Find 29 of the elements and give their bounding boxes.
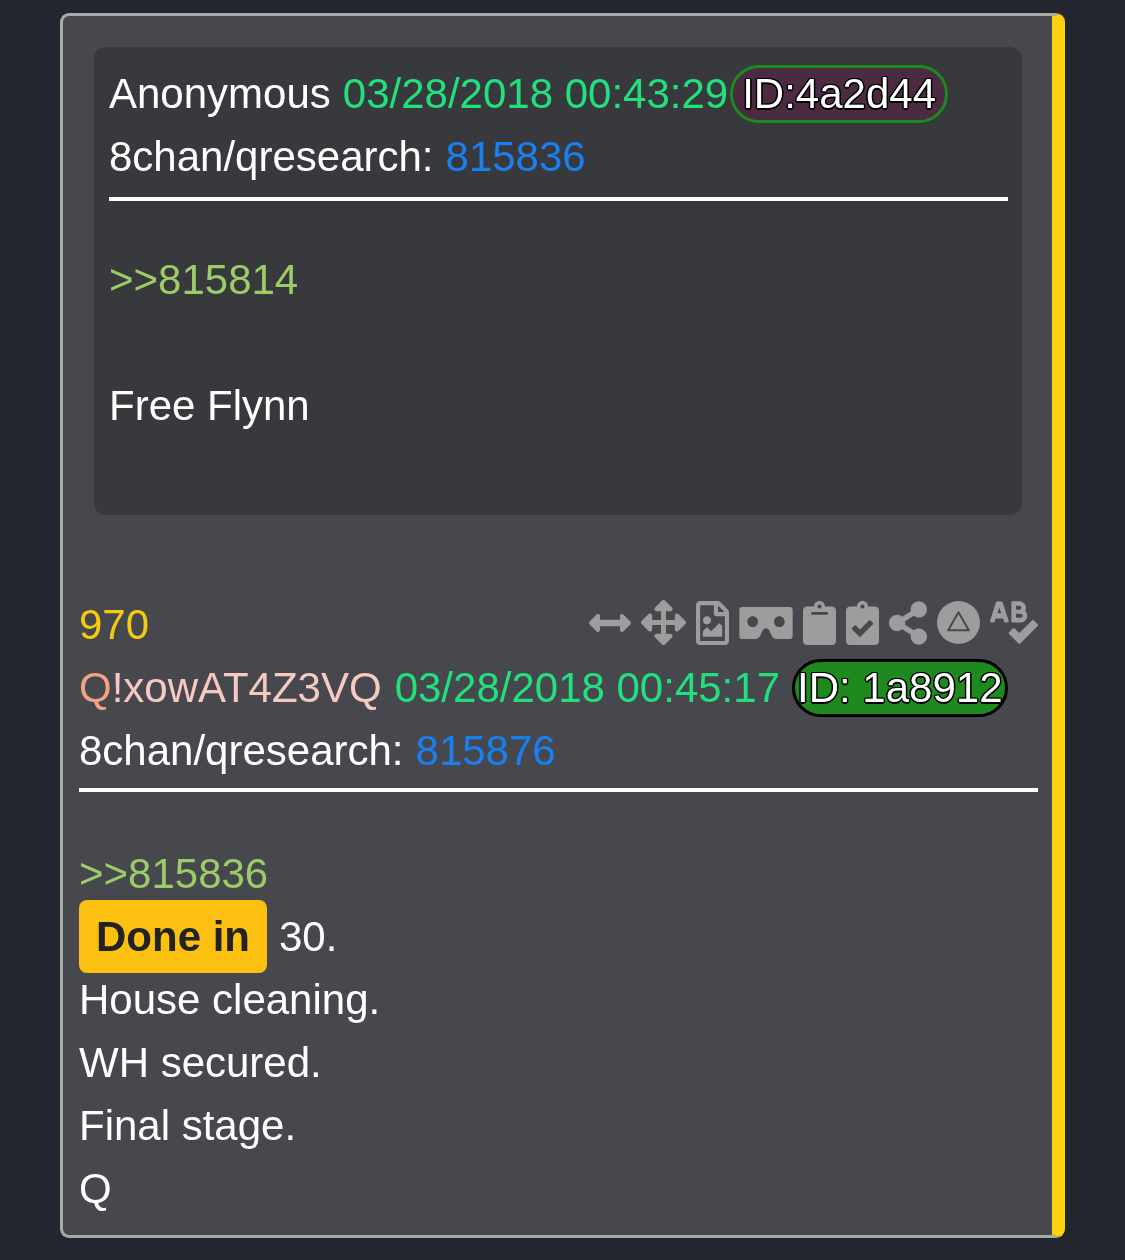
body-text: Free Flynn bbox=[109, 381, 310, 431]
triangle-circle-icon[interactable] bbox=[937, 601, 980, 644]
body-text: WH secured. bbox=[79, 1038, 322, 1088]
post-timestamp: 03/28/2018 00:43:29 bbox=[342, 69, 729, 119]
clipboard-icon[interactable] bbox=[803, 600, 836, 645]
post-timestamp: 03/28/2018 00:45:17 bbox=[394, 663, 780, 713]
reply-link[interactable]: >>815814 bbox=[109, 256, 299, 303]
body-text: Final stage. bbox=[79, 1101, 297, 1151]
spell-check-icon[interactable] bbox=[990, 601, 1038, 644]
body-text: 30. bbox=[279, 912, 338, 962]
poster-id-badge: ID: 1a8912 bbox=[792, 658, 1008, 717]
board-name: 8chan/qresearch: bbox=[109, 132, 434, 182]
reply-link[interactable]: >>815836 bbox=[79, 850, 269, 897]
image-file-icon[interactable] bbox=[696, 600, 729, 645]
author-name: Q bbox=[79, 663, 112, 713]
vr-headset-icon[interactable] bbox=[739, 606, 793, 639]
body-text: Q bbox=[79, 1164, 112, 1214]
author-name: Anonymous bbox=[109, 69, 331, 119]
body-text: House cleaning. bbox=[79, 975, 381, 1025]
horizontal-arrows-icon[interactable] bbox=[589, 613, 631, 632]
board-name: 8chan/qresearch: bbox=[79, 726, 404, 776]
highlighted-text: Done in bbox=[79, 900, 267, 973]
drop-number: 970 bbox=[79, 600, 150, 650]
clipboard-check-icon[interactable] bbox=[846, 600, 879, 645]
tripcode: !xowAT4Z3VQ bbox=[111, 663, 382, 713]
post-number-link[interactable]: 815836 bbox=[445, 125, 586, 188]
poster-id-badge: ID:4a2d44 bbox=[730, 64, 948, 123]
move-arrows-icon[interactable] bbox=[641, 600, 686, 645]
share-icon[interactable] bbox=[889, 600, 927, 645]
